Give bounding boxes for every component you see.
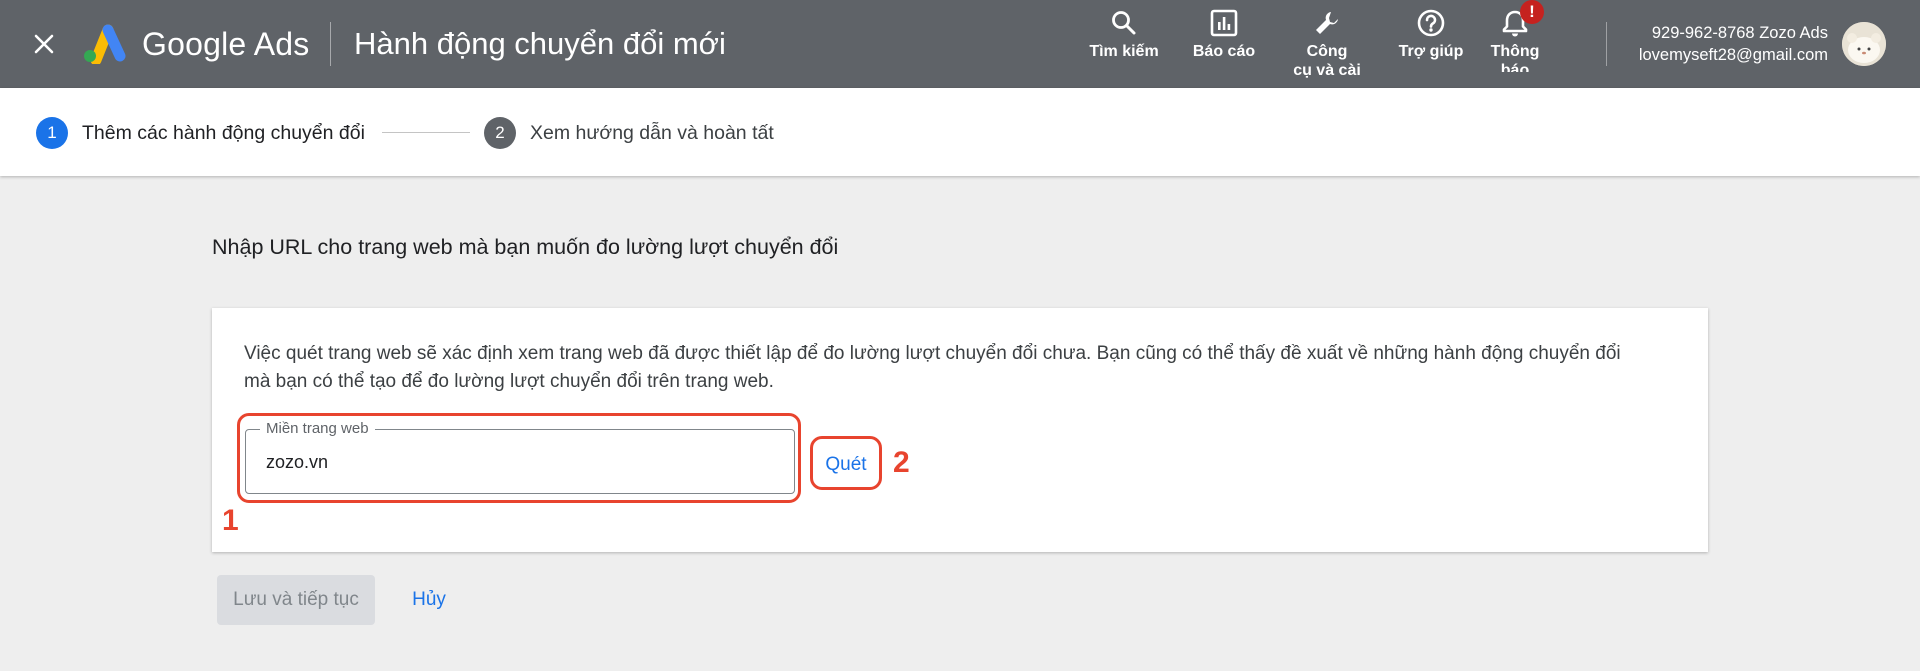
brand-name: Google Ads: [142, 26, 310, 62]
google-ads-logo-icon: [82, 24, 126, 66]
close-icon[interactable]: [28, 28, 60, 60]
annotation-box-2: [810, 436, 882, 490]
nav-notifications-button[interactable]: Thông báo: [1465, 8, 1565, 72]
account-info[interactable]: 929-962-8768 Zozo Ads lovemyseft28@gmail…: [1639, 22, 1828, 66]
account-id-name: 929-962-8768 Zozo Ads: [1651, 24, 1828, 42]
search-icon: [1112, 11, 1136, 35]
page-title: Hành động chuyển đổi mới: [354, 26, 726, 61]
step-2-label[interactable]: Xem hướng dẫn và hoàn tất: [530, 120, 774, 146]
annotation-box-1: [237, 413, 801, 503]
nav-notifications-label-line1: Thông: [1490, 43, 1540, 60]
step-connector: [382, 132, 470, 133]
nav-reports-label: Báo cáo: [1192, 43, 1256, 60]
top-app-bar: Google Ads Hành động chuyển đổi mới Tìm …: [0, 0, 1920, 88]
wrench-icon: [1316, 12, 1338, 34]
nav-tools-button[interactable]: Công cụ và cài: [1277, 8, 1377, 80]
header-divider: [330, 22, 331, 66]
header-divider-right: [1606, 22, 1607, 66]
save-and-continue-button[interactable]: Lưu và tiếp tục: [217, 575, 375, 625]
nav-tools-label-line2: cụ và cài: [1293, 62, 1361, 79]
nav-search-label: Tìm kiếm: [1089, 43, 1159, 60]
annotation-number-1: 1: [222, 504, 239, 537]
card-description: Việc quét trang web sẽ xác định xem tran…: [244, 343, 1621, 392]
stepper: 1 Thêm các hành động chuyển đổi 2 Xem hư…: [0, 88, 1920, 176]
annotation-number-2: 2: [893, 446, 910, 479]
step-1-number: 1: [36, 117, 68, 149]
section-heading: Nhập URL cho trang web mà bạn muốn đo lư…: [212, 235, 839, 259]
reports-icon: [1210, 9, 1238, 37]
nav-reports-button[interactable]: Báo cáo: [1174, 8, 1274, 61]
nav-help-label: Trợ giúp: [1398, 43, 1464, 60]
nav-tools-label-line1: Công: [1306, 43, 1348, 60]
nav-search-button[interactable]: Tìm kiếm: [1074, 8, 1174, 61]
help-icon: [1417, 9, 1445, 37]
nav-notifications-label-line2: báo: [1500, 62, 1530, 72]
avatar[interactable]: [1842, 22, 1886, 66]
account-email: lovemyseft28@gmail.com: [1638, 46, 1828, 64]
step-1-label[interactable]: Thêm các hành động chuyển đổi: [82, 120, 365, 146]
step-2-number: 2: [484, 117, 516, 149]
notification-badge: !: [1520, 0, 1544, 24]
cancel-button[interactable]: Hủy: [396, 575, 462, 625]
